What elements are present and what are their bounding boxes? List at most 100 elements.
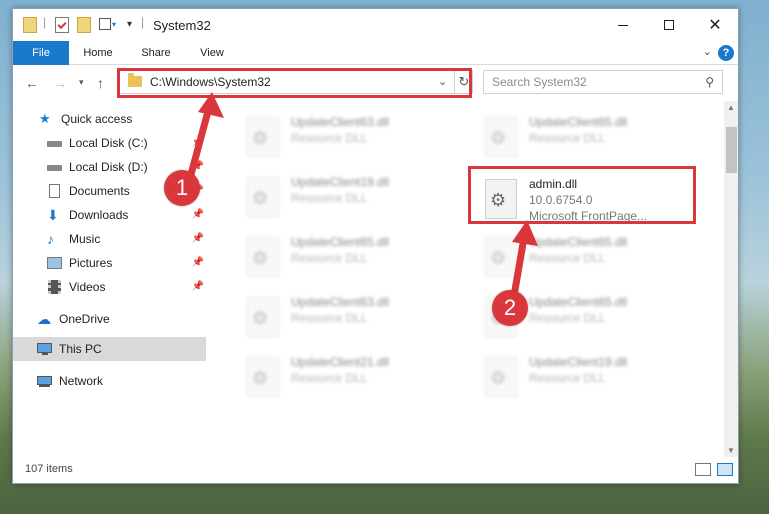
file-item[interactable]: ⚙ UpdateClient21.dll Resource DLL <box>239 351 459 403</box>
sidebar-item-videos[interactable]: Videos 📌 <box>13 275 206 299</box>
pin-icon[interactable]: 📌 <box>192 281 204 292</box>
sidebar-item-label: Music <box>69 232 101 246</box>
tab-view[interactable]: View <box>187 41 237 65</box>
dll-file-icon: ⚙ <box>247 237 279 277</box>
recent-locations-button[interactable]: ▾ <box>79 77 84 88</box>
file-item[interactable]: ⚙ UpdateClient65.dll Resource DLL <box>239 231 459 283</box>
scroll-up-icon[interactable]: ▲ <box>727 103 735 112</box>
download-icon: ⬇ <box>47 207 59 223</box>
customize-icon[interactable]: ▾ <box>99 18 116 30</box>
sidebar-item-label: This PC <box>59 342 102 356</box>
videos-icon <box>47 280 63 294</box>
pin-icon[interactable]: 📌 <box>192 161 204 172</box>
dll-file-icon: ⚙ <box>247 177 279 217</box>
explorer-window: | ▾ ▾ | System32 ✕ File Home Share View … <box>12 8 739 484</box>
file-item[interactable]: ⚙ UpdateClient63.dll Resource DLL <box>239 291 459 343</box>
status-bar: 107 items <box>13 457 738 483</box>
documents-icon <box>47 184 63 198</box>
file-item[interactable]: ⚙ UpdateClient19.dll Resource DLL <box>477 351 697 403</box>
help-icon[interactable]: ? <box>718 45 734 61</box>
file-item[interactable]: ⚙ UpdateClient19.dll Resource DLL <box>239 171 459 223</box>
properties-icon[interactable] <box>55 17 69 33</box>
sidebar-item-local-disk-c[interactable]: Local Disk (C:) 📌 <box>13 131 206 155</box>
ribbon-expand-icon[interactable]: ⌄ <box>703 45 712 58</box>
music-icon: ♪ <box>47 231 54 247</box>
search-input[interactable]: Search System32 <box>492 75 587 89</box>
cloud-icon: ☁ <box>37 311 51 327</box>
minimize-button[interactable] <box>600 9 646 41</box>
refresh-icon[interactable]: ↻ <box>454 71 473 93</box>
sidebar-item-label: Videos <box>69 280 106 294</box>
tab-home[interactable]: Home <box>73 41 123 65</box>
window-title: System32 <box>153 18 211 33</box>
vertical-scrollbar[interactable]: ▲ ▼ <box>724 101 738 457</box>
sidebar-item-label: Local Disk (D:) <box>69 160 148 174</box>
scroll-down-icon[interactable]: ▼ <box>727 446 735 455</box>
sidebar-item-label: Documents <box>69 184 130 198</box>
sidebar-item-label: Quick access <box>61 112 133 126</box>
star-icon: ★ <box>39 111 51 126</box>
pin-icon[interactable]: 📌 <box>192 137 204 148</box>
chevron-down-icon: ▾ <box>79 77 84 87</box>
up-button[interactable]: ↑ <box>97 75 104 91</box>
sidebar-item-music[interactable]: ♪ Music 📌 <box>13 227 206 251</box>
details-view-icon[interactable] <box>695 463 711 476</box>
callout-1: 1 <box>164 170 200 206</box>
item-count: 107 items <box>25 463 73 475</box>
ribbon-tabs: File Home Share View ⌄ ? <box>13 41 738 65</box>
sidebar-item-downloads[interactable]: ⬇ Downloads 📌 <box>13 203 206 227</box>
back-button[interactable]: ← <box>25 75 39 91</box>
forward-button[interactable]: → <box>53 75 67 91</box>
up-arrow-icon: ↑ <box>97 75 104 91</box>
dll-file-icon: ⚙ <box>485 237 517 277</box>
search-icon[interactable]: ⚲ <box>705 75 714 89</box>
sidebar-item-label: Pictures <box>69 256 113 270</box>
pictures-icon <box>47 256 63 270</box>
file-name: admin.dll <box>529 177 578 191</box>
quick-access-dropdown-icon[interactable]: ▾ <box>127 19 132 30</box>
address-path[interactable]: C:\Windows\System32 <box>150 75 271 89</box>
sidebar-item-quick-access[interactable]: ★ Quick access <box>13 107 206 131</box>
dll-file-icon: ⚙ <box>247 297 279 337</box>
pin-icon[interactable]: 📌 <box>192 209 204 220</box>
dll-file-icon: ⚙ <box>247 357 279 397</box>
file-item-admin-dll[interactable]: ⚙ admin.dll 10.0.6754.0 Microsoft FrontP… <box>477 173 697 225</box>
sidebar-item-label: OneDrive <box>59 312 110 326</box>
sidebar-item-this-pc[interactable]: This PC <box>13 337 206 361</box>
folder-icon <box>128 73 142 87</box>
address-bar[interactable]: C:\Windows\System32 ⌄ ↻ <box>119 70 473 94</box>
search-box[interactable]: Search System32 ⚲ <box>483 70 723 94</box>
pin-icon[interactable]: 📌 <box>192 233 204 244</box>
tab-file[interactable]: File <box>13 41 69 65</box>
dll-file-icon: ⚙ <box>247 117 279 157</box>
title-bar: | ▾ ▾ | System32 ✕ <box>13 9 738 41</box>
dll-file-icon: ⚙ <box>485 179 517 219</box>
dll-file-icon: ⚙ <box>485 117 517 157</box>
file-item[interactable]: ⚙ UpdateClient65.dll Resource DLL <box>477 111 697 163</box>
file-version: 10.0.6754.0 <box>529 193 593 207</box>
sidebar-item-onedrive[interactable]: ☁ OneDrive <box>13 307 206 331</box>
sidebar-item-label: Network <box>59 374 104 388</box>
sidebar-item-pictures[interactable]: Pictures 📌 <box>13 251 206 275</box>
new-folder-icon[interactable] <box>77 17 91 33</box>
file-item[interactable]: ⚙ UpdateClient65.dll Resource DLL <box>477 231 697 283</box>
forward-arrow-icon: → <box>53 75 67 91</box>
address-dropdown-icon[interactable]: ⌄ <box>438 75 447 88</box>
close-icon: ✕ <box>708 17 722 34</box>
file-item[interactable]: ⚙ UpdateClient63.dll Resource DLL <box>239 111 459 163</box>
sidebar-item-label: Local Disk (C:) <box>69 136 148 150</box>
drive-icon <box>47 136 63 150</box>
maximize-button[interactable] <box>646 9 692 41</box>
dll-file-icon: ⚙ <box>485 357 517 397</box>
sidebar-item-network[interactable]: Network <box>13 369 206 393</box>
scroll-thumb[interactable] <box>726 127 737 173</box>
pin-icon[interactable]: 📌 <box>192 257 204 268</box>
tab-share[interactable]: Share <box>131 41 181 65</box>
file-description: Microsoft FrontPage... <box>529 209 648 223</box>
separator: | <box>141 15 145 29</box>
large-icons-view-icon[interactable] <box>717 463 733 476</box>
pc-icon <box>37 342 53 356</box>
minimize-icon <box>618 24 628 26</box>
close-button[interactable]: ✕ <box>692 9 738 41</box>
network-icon <box>37 374 53 388</box>
